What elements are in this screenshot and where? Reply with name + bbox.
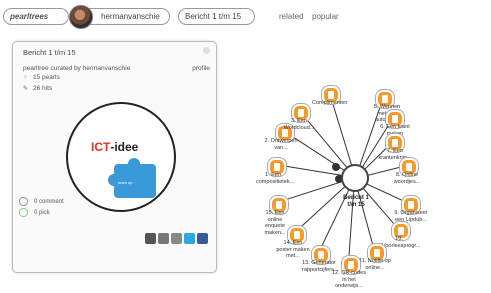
- pearl-label: 3. Een Wordcloud...: [283, 118, 315, 131]
- close-icon[interactable]: [203, 47, 210, 54]
- hits-count-text: 26 hits: [33, 85, 53, 92]
- pearl-label: 14. Een poster maken met...: [276, 240, 310, 259]
- link-icon[interactable]: [158, 233, 169, 244]
- comment-circle-icon: [19, 197, 28, 206]
- comment-toggle[interactable]: 0 comment: [19, 197, 64, 206]
- pearls-count: ⁘ 15 pearls: [23, 74, 60, 81]
- pick-toggle[interactable]: 0 pick: [19, 208, 50, 217]
- pearl-label: 8. Online woordjes...: [393, 172, 421, 185]
- pearltrees-logo[interactable]: pearltrees: [3, 8, 69, 25]
- profile-link[interactable]: profile: [192, 65, 210, 72]
- pick-circle-icon: [19, 208, 28, 217]
- pearltree-map: Bericht 1 t/m 15 Complimenten 5. Wennen m…: [228, 60, 491, 293]
- pearltree-cover-image: ICT-idee team up: [66, 102, 176, 212]
- ict-idee-logo: ICT-idee: [91, 140, 139, 154]
- hits-icon: ✎: [23, 86, 29, 92]
- pearl-label: Complimenten: [312, 100, 348, 106]
- pick-count: 0 pick: [34, 210, 50, 217]
- pearl-label: 15. Een online enquete maken...: [264, 210, 286, 236]
- pearl-label: 10. Voorleesprogr...: [382, 236, 421, 249]
- mail-icon[interactable]: [171, 233, 182, 244]
- pearl-label: 1. Een compositietek...: [256, 172, 295, 185]
- team-up-text: team up: [118, 180, 133, 185]
- twitter-icon[interactable]: [184, 233, 195, 244]
- comment-count: 0 comment: [34, 199, 64, 206]
- avatar[interactable]: [69, 5, 93, 29]
- related-link[interactable]: related: [279, 12, 303, 21]
- pearl-label: 2. Ontwerpen van...: [264, 138, 298, 151]
- pearls-icon: ⁘: [23, 75, 29, 81]
- popular-link[interactable]: popular: [312, 12, 339, 21]
- root-label: Bericht 1 t/m 15: [343, 195, 369, 208]
- pearltree-info-card: Bericht 1 t/m 15 pearltree curated by he…: [12, 41, 217, 273]
- breadcrumb-current[interactable]: Bericht 1 t/m 15: [178, 8, 255, 25]
- breadcrumb: pearltrees hermanvanschie Bericht 1 t/m …: [0, 0, 491, 29]
- hits-count: ✎ 26 hits: [23, 85, 52, 92]
- pearls-count-text: 15 pearls: [33, 74, 60, 81]
- root-node[interactable]: [341, 164, 369, 192]
- embed-icon[interactable]: [145, 233, 156, 244]
- facebook-icon[interactable]: [197, 233, 208, 244]
- card-title: Bericht 1 t/m 15: [23, 48, 76, 57]
- dot-handle[interactable]: [332, 163, 340, 171]
- pearl-label: 13. Generator rapportcijfers...: [302, 260, 339, 273]
- curated-by-text: pearltree curated by hermanvanschie: [23, 65, 131, 72]
